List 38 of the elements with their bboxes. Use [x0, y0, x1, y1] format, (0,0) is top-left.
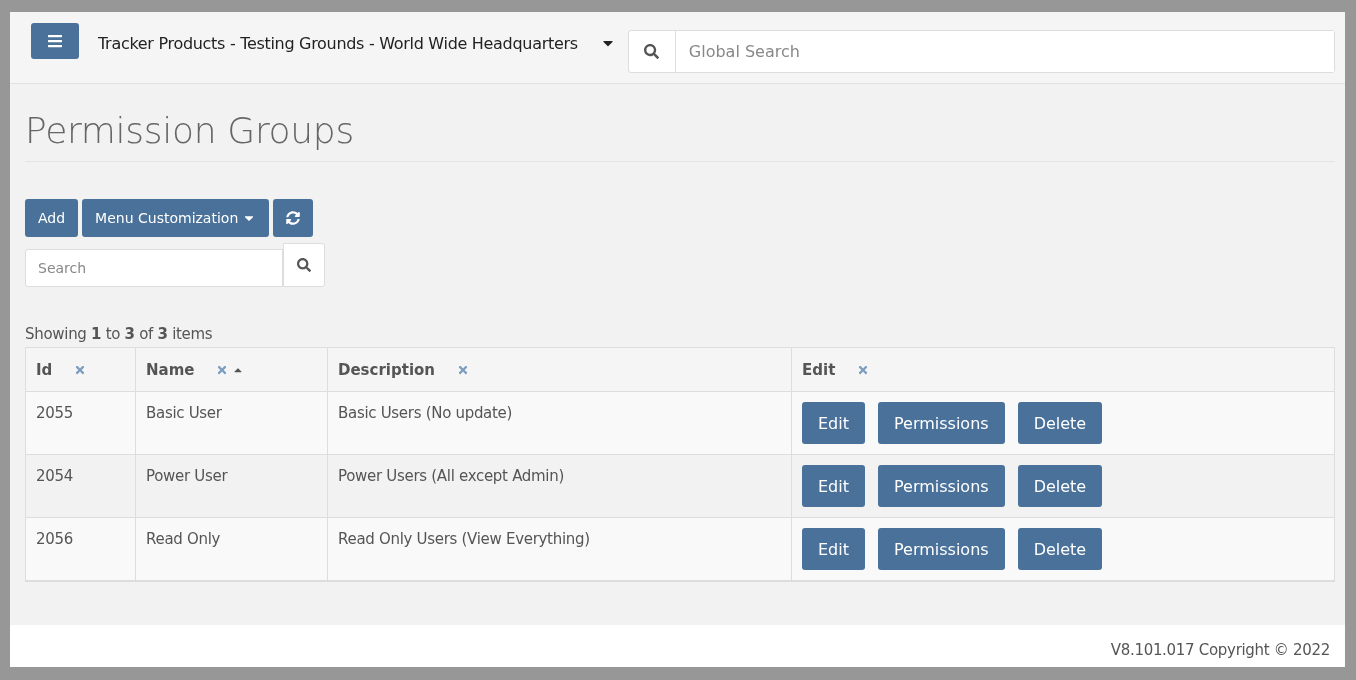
menu-customization-button[interactable]: Menu Customization	[82, 199, 270, 237]
copyright-text: V8.101.017 Copyright © 2022	[1110, 641, 1330, 659]
location-dropdown[interactable]: Tracker Products - Testing Grounds - World Wide Headquarters	[98, 29, 616, 57]
table-cell: Basic User	[135, 391, 328, 455]
search-field[interactable]: Search	[25, 249, 283, 287]
remove-column-icon[interactable]	[216, 363, 229, 376]
row-action-button[interactable]: Permissions	[878, 528, 1005, 570]
table-cell: 2056	[25, 517, 136, 581]
row-action-button[interactable]: Delete	[1017, 528, 1103, 570]
column-header[interactable]: Id	[25, 347, 136, 392]
remove-column-icon[interactable]	[857, 363, 870, 376]
remove-column-icon[interactable]	[74, 363, 87, 376]
column-header[interactable]: Name	[135, 347, 328, 392]
column-header[interactable]: Edit	[791, 347, 1335, 392]
search-button[interactable]	[283, 243, 325, 287]
global-search-field[interactable]: Global Search	[627, 30, 1335, 73]
add-button[interactable]: Add	[25, 199, 79, 237]
table-cell: Power User	[135, 454, 328, 518]
row-action-button[interactable]: Delete	[1017, 402, 1103, 444]
row-action-button[interactable]: Permissions	[878, 402, 1005, 444]
remove-column-icon[interactable]	[457, 363, 470, 376]
items-summary: Showing 1 to 3 of 3 items	[25, 325, 214, 343]
table-cell: 2054	[25, 454, 136, 518]
refresh-button[interactable]	[273, 199, 314, 237]
row-action-button[interactable]: Edit	[802, 402, 865, 444]
menu-button[interactable]	[31, 23, 79, 59]
refresh-icon	[286, 211, 301, 225]
search-icon	[297, 258, 311, 272]
row-action-button[interactable]: Delete	[1017, 465, 1103, 507]
table-cell: Basic Users (No update)	[327, 391, 792, 455]
menu-icon	[47, 33, 63, 49]
column-header[interactable]: Description	[327, 347, 792, 392]
row-action-button[interactable]: Edit	[802, 528, 865, 570]
table-cell: Power Users (All except Admin)	[327, 454, 792, 518]
table-cell: 2055	[25, 391, 136, 455]
row-action-button[interactable]: Permissions	[878, 465, 1005, 507]
row-action-button[interactable]: Edit	[802, 465, 865, 507]
page-title: Permission Groups	[25, 110, 1335, 162]
